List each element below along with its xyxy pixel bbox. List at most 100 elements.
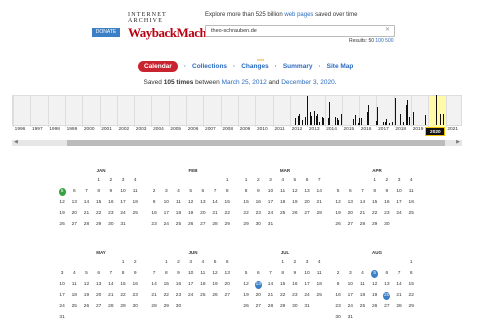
- timeline-year-column: [289, 96, 291, 127]
- calendar-day: 19: [371, 293, 378, 298]
- calendar-day: 29: [408, 304, 414, 309]
- calendar-day: 29: [243, 222, 249, 227]
- timeline-year-column: [116, 96, 118, 127]
- calendar-day: 27: [224, 293, 230, 298]
- capture-bar[interactable]: [413, 112, 415, 125]
- capture-bar[interactable]: [318, 122, 320, 125]
- capture-day[interactable]: 20: [383, 292, 391, 300]
- calendar-day: 3: [348, 271, 352, 276]
- calendar-day: 16: [292, 282, 298, 287]
- donate-button[interactable]: DONATE: [92, 28, 120, 37]
- last-capture-link[interactable]: December 3, 2020: [281, 79, 334, 86]
- tab-changes[interactable]: Changes beta: [241, 58, 268, 70]
- calendar-month: FEB 1 2 3 4 5 6 7 8 9 10 11 12 13 14 15 16 17 18 19 20 21 22 23…: [148, 168, 238, 229]
- calendar-day: 19: [187, 211, 194, 216]
- timeline-year-column: [428, 96, 430, 127]
- calendar-day: 11: [316, 271, 322, 276]
- capture-bar[interactable]: [399, 114, 401, 125]
- capture-bar[interactable]: [435, 95, 437, 125]
- calendar-day: 30: [292, 304, 298, 309]
- capture-bar[interactable]: [389, 123, 391, 125]
- capture-bar[interactable]: [392, 121, 394, 125]
- capture-bar[interactable]: [425, 114, 427, 125]
- capture-bar[interactable]: [440, 113, 442, 125]
- capture-bar[interactable]: [386, 119, 388, 125]
- calendar-day: 19: [243, 293, 249, 298]
- empty-day: [80, 177, 92, 185]
- calendar-day: 15: [408, 282, 414, 287]
- calendar-day: 4: [177, 189, 180, 194]
- calendar-day: 12: [243, 282, 249, 287]
- empty-day: [344, 177, 356, 185]
- calendar-day: 7: [85, 189, 88, 194]
- calendar-day: 16: [175, 282, 182, 287]
- calendar-day: 14: [396, 282, 402, 287]
- calendar-day: 2: [152, 189, 156, 194]
- capture-bar[interactable]: [408, 116, 410, 125]
- capture-bar[interactable]: [302, 120, 304, 125]
- calendar-day: 4: [72, 271, 76, 276]
- tab-collections[interactable]: Collections: [192, 63, 227, 70]
- scroll-right-icon[interactable]: ▶: [456, 139, 460, 145]
- capture-bar[interactable]: [338, 120, 340, 125]
- calendar-day: 8: [373, 189, 376, 194]
- web-pages-link[interactable]: web pages: [284, 12, 313, 18]
- tab-summary[interactable]: Summary: [283, 63, 313, 70]
- calendar-day: 3: [60, 271, 64, 276]
- tab-calendar[interactable]: Calendar: [138, 60, 178, 72]
- calendar-day: 29: [120, 304, 126, 309]
- results-options-link[interactable]: 100 500: [375, 38, 393, 44]
- calendar-day: 17: [267, 200, 274, 205]
- capture-bar[interactable]: [368, 105, 370, 125]
- capture-bar[interactable]: [299, 113, 301, 125]
- capture-day[interactable]: 13: [254, 281, 262, 289]
- capture-bar[interactable]: [402, 122, 404, 125]
- calendar-day: 28: [396, 304, 402, 309]
- calendar-month: MAR 1 2 3 4 5 6 7 8 9 10 11 12 13 14 15 16 17 18 19 20 21 22 23…: [240, 168, 330, 229]
- url-search-input[interactable]: theo-schrauben.de: [205, 25, 395, 37]
- capture-bar[interactable]: [341, 113, 343, 125]
- wayback-logo[interactable]: INTERNET ARCHIVE WaybackMachine: [128, 12, 222, 42]
- calendar-month: JAN 1 2 3 4 5 6 7 8 9 10 11 12 13 14 15 16 17 18 19 20 21 22 23…: [56, 168, 146, 229]
- capture-day[interactable]: 5: [371, 270, 379, 278]
- timeline-year-column: [186, 96, 188, 127]
- capture-bar[interactable]: [395, 97, 397, 125]
- calendar-day: 3: [121, 178, 125, 183]
- capture-timeline[interactable]: [12, 95, 462, 127]
- capture-bar[interactable]: [323, 118, 325, 125]
- capture-bar[interactable]: [294, 117, 296, 125]
- scroll-thumb[interactable]: [67, 140, 445, 146]
- empty-day: [56, 259, 68, 267]
- empty-day: [148, 177, 160, 185]
- calendar-day: 17: [163, 211, 169, 216]
- capture-bar[interactable]: [329, 102, 331, 125]
- tagline-text: Explore more than 525 billion: [205, 12, 285, 18]
- first-capture-link[interactable]: March 25, 2012: [222, 79, 267, 86]
- scroll-left-icon[interactable]: ◀: [14, 139, 18, 145]
- calendar-day: 15: [120, 282, 126, 287]
- capture-bar[interactable]: [377, 106, 379, 125]
- calendar-day: 9: [152, 200, 156, 205]
- capture-bar[interactable]: [443, 114, 445, 125]
- tab-sitemap[interactable]: Site Map: [327, 63, 354, 70]
- calendar-day: 22: [279, 293, 286, 298]
- clear-icon[interactable]: ✕: [385, 26, 390, 33]
- capture-bar[interactable]: [311, 116, 313, 125]
- timeline-year-label[interactable]: 2021: [443, 127, 463, 132]
- calendar-day: 28: [108, 304, 114, 309]
- capture-bar[interactable]: [306, 95, 308, 125]
- capture-bar[interactable]: [360, 117, 362, 125]
- calendar-day: 28: [267, 304, 274, 309]
- calendar-day: 15: [279, 282, 286, 287]
- calendar-day: 20: [347, 211, 353, 216]
- calendar-day: 1: [244, 178, 248, 183]
- timeline-scrollbar[interactable]: ◀ ▶: [12, 139, 462, 146]
- calendar-day: 25: [279, 211, 286, 216]
- capture-bar[interactable]: [354, 114, 356, 125]
- calendar-day: 26: [371, 304, 378, 309]
- calendar-day: 25: [316, 293, 322, 298]
- calendar-day: 13: [347, 200, 353, 205]
- capture-day[interactable]: 5: [58, 188, 66, 196]
- calendar-day: 24: [120, 211, 126, 216]
- calendar-day: 24: [304, 293, 310, 298]
